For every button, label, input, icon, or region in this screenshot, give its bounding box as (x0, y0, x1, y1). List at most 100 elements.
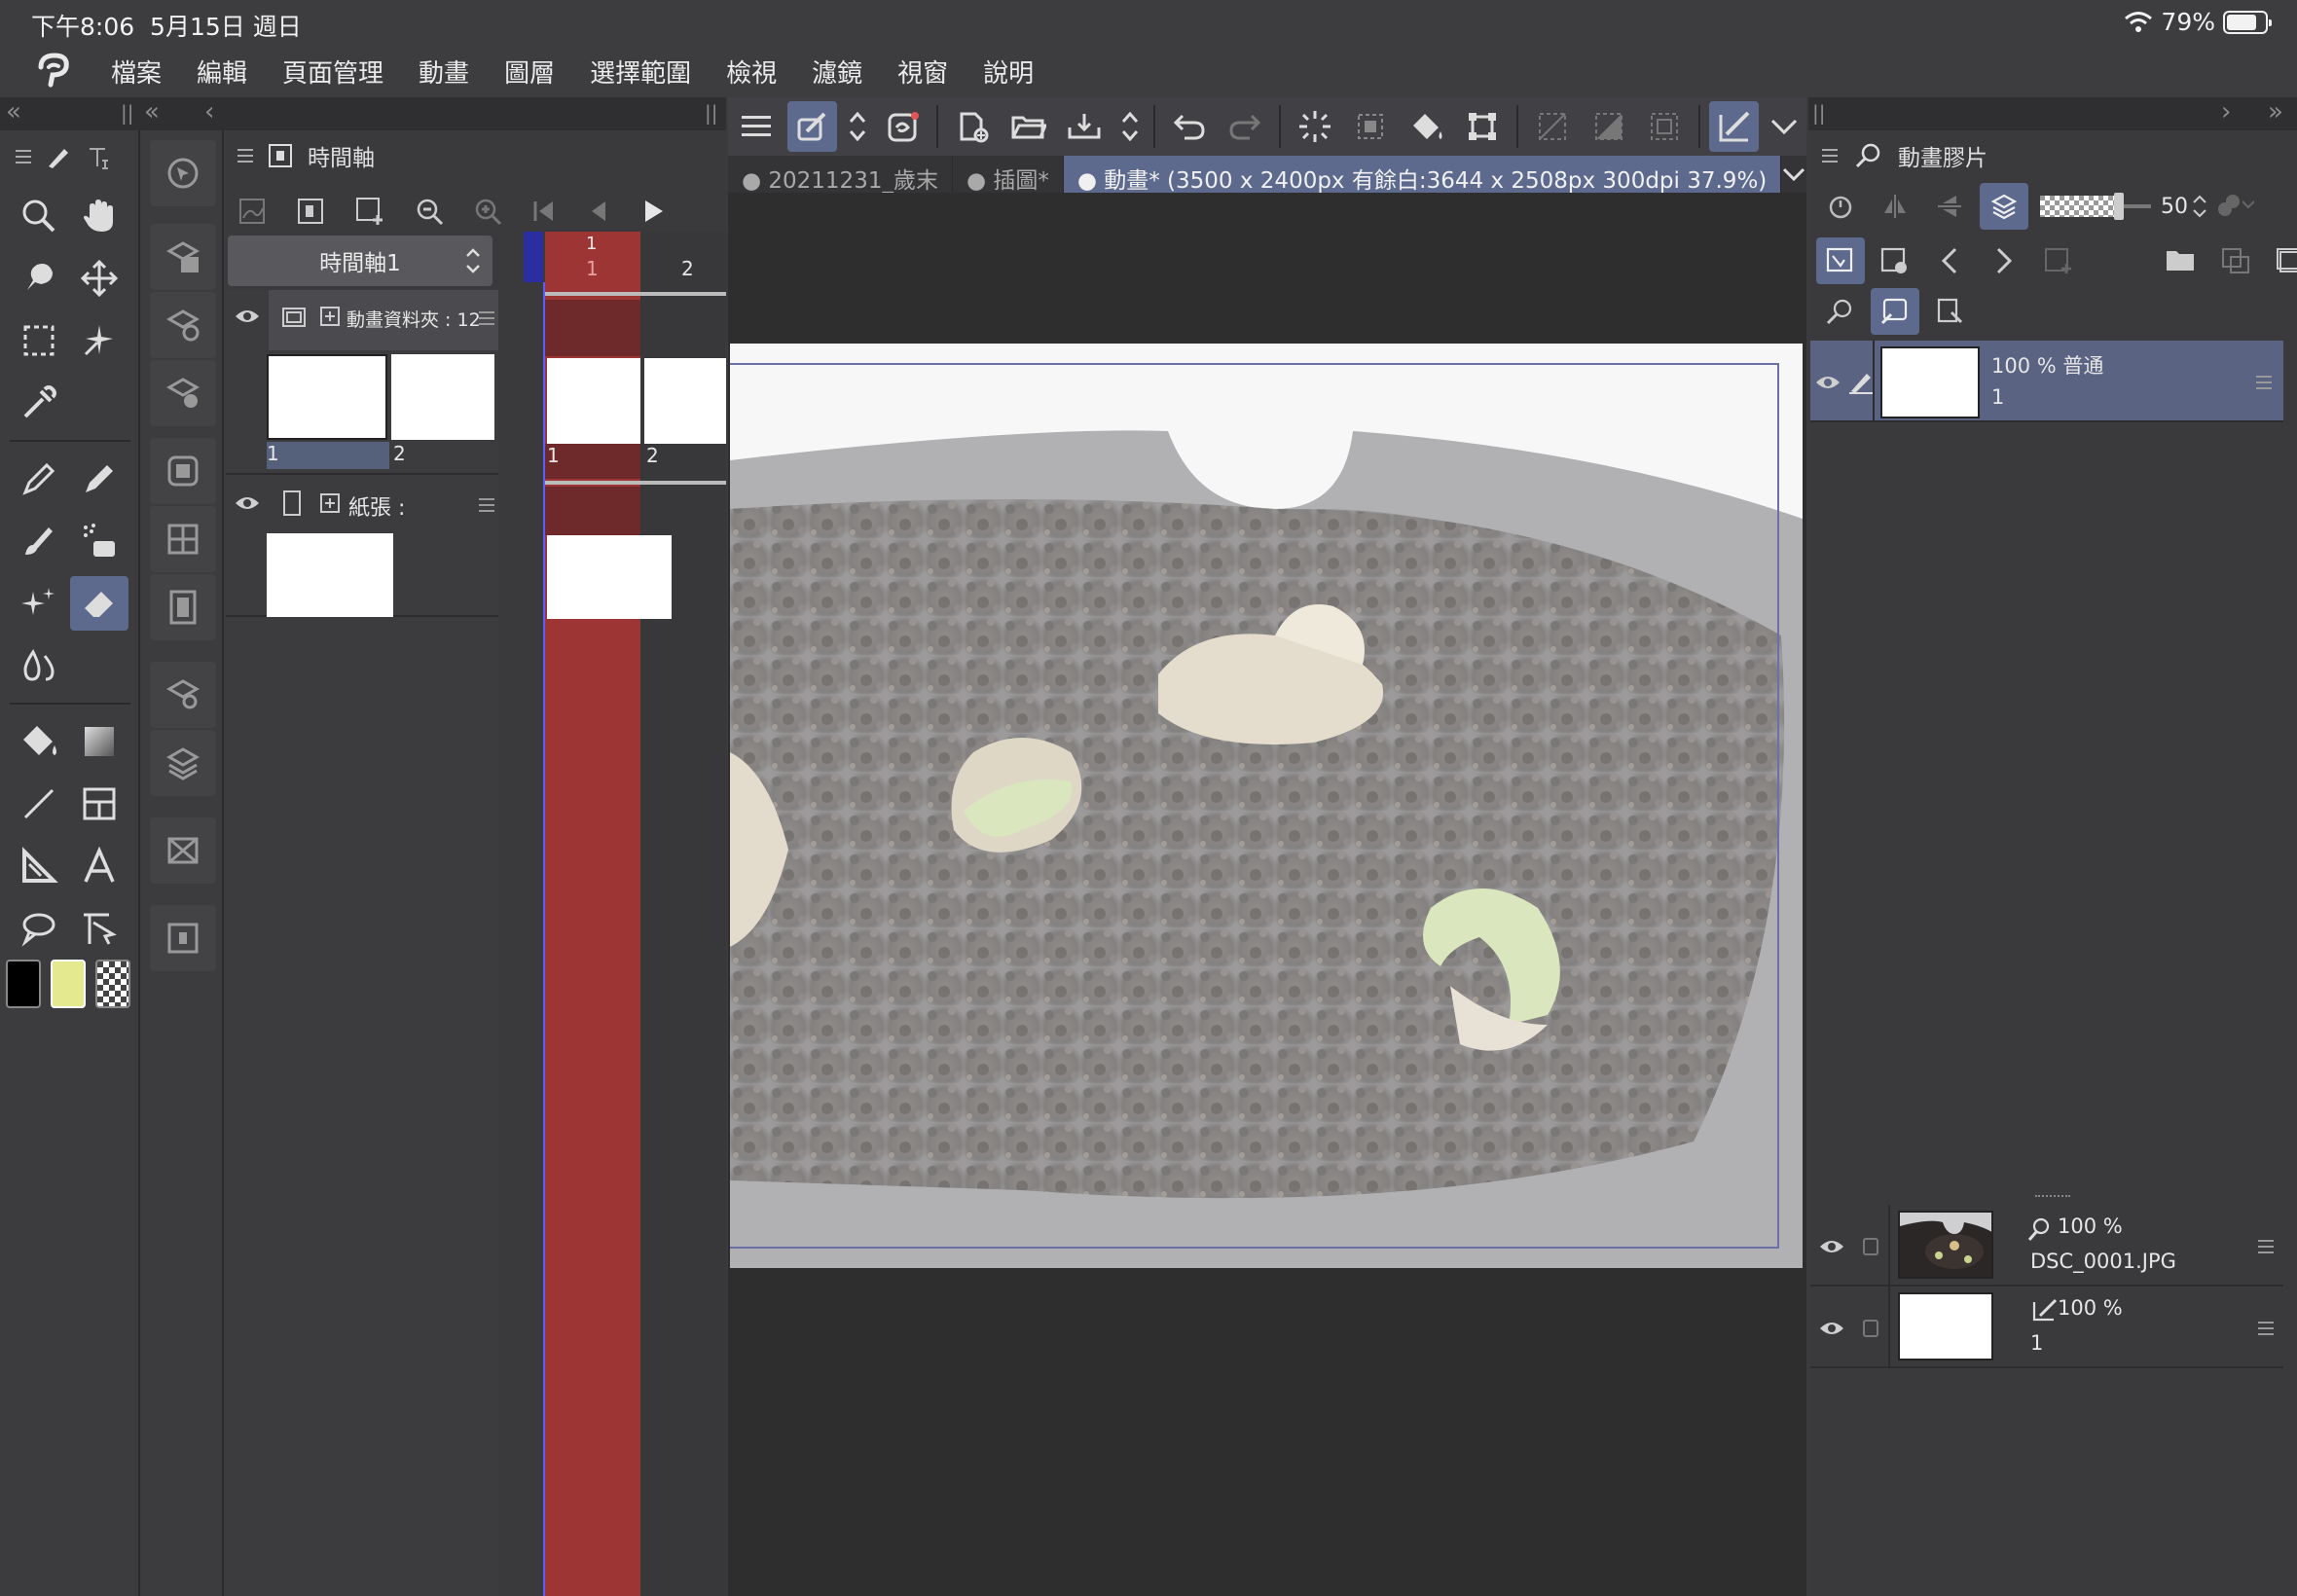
airbrush-tool-icon[interactable] (70, 514, 128, 568)
operation-tool-icon[interactable] (10, 251, 68, 306)
layer-checkbox[interactable] (1863, 1238, 1878, 1255)
rotate-icon[interactable] (1816, 183, 1865, 230)
pencil-tool-icon[interactable] (70, 452, 128, 506)
save-icon[interactable] (1060, 101, 1111, 152)
visibility-eye-icon[interactable] (1818, 1238, 1845, 1255)
fill-tool-icon[interactable] (10, 714, 68, 769)
tab-document-1[interactable]: ● 20211231_歲末 (728, 156, 953, 194)
tab-document-2[interactable]: ● 插圖* (953, 156, 1064, 194)
clear-outside-selection-icon[interactable] (1346, 101, 1397, 152)
invert-selection-icon[interactable] (1584, 101, 1634, 152)
grid-panel-icon[interactable] (150, 506, 216, 572)
layer-search-icon[interactable] (150, 662, 216, 728)
eyedropper-tool-icon[interactable] (10, 376, 68, 430)
collapse-left-icon[interactable]: « (6, 97, 21, 127)
blend-tool-icon[interactable] (10, 638, 68, 693)
gradient-tool-icon[interactable] (70, 714, 128, 769)
visibility-eye-icon[interactable] (234, 308, 261, 325)
clip-studio-logo-icon[interactable] (31, 52, 80, 91)
grip-icon[interactable]: || (121, 101, 133, 125)
layer-photo[interactable]: 100 % DSC_0001.JPG (1810, 1205, 2283, 1287)
canvas-paper[interactable] (730, 344, 1803, 1268)
opacity-slider[interactable] (2114, 187, 2151, 226)
visibility-eye-icon[interactable] (1818, 1320, 1845, 1337)
canvas-area[interactable] (728, 193, 1806, 1596)
timeline-menu-icon[interactable] (237, 148, 253, 163)
layer-stack-icon[interactable] (1980, 183, 2028, 230)
timeline-panel-icon[interactable] (150, 905, 216, 971)
auto-select-tool-icon[interactable] (70, 313, 128, 368)
sub-color-swatch[interactable] (51, 960, 86, 1008)
expand-right2-icon[interactable]: » (2268, 97, 2283, 127)
onion-skin-icon[interactable] (237, 197, 267, 226)
menu-view[interactable]: 檢視 (726, 54, 777, 90)
collapse-left2-icon[interactable]: « (144, 97, 160, 127)
next-cel-icon[interactable] (1980, 237, 2028, 284)
material-3d-icon[interactable] (150, 360, 216, 426)
snap-ruler-icon[interactable] (1708, 101, 1760, 152)
material-icon[interactable] (150, 224, 216, 290)
pen-tab-icon[interactable] (45, 143, 72, 170)
layer-menu-icon[interactable] (2258, 1322, 2274, 1335)
menu-page[interactable]: 頁面管理 (282, 54, 383, 90)
track-animation-folder[interactable]: 動畫資料夾 : 12 1 2 (226, 290, 498, 475)
delete-cel-icon[interactable] (2266, 237, 2297, 284)
figure-tool-icon[interactable] (10, 777, 68, 831)
menu-filter[interactable]: 濾鏡 (812, 54, 862, 90)
timeline-selector[interactable]: 時間軸1 (228, 236, 492, 286)
layer-checkbox[interactable] (1863, 1320, 1878, 1337)
panel-splitter[interactable] (1808, 1195, 2297, 1205)
paper-thumbnail[interactable] (267, 533, 393, 617)
redo-icon[interactable] (1220, 101, 1270, 152)
panel-menu-icon[interactable] (1822, 148, 1838, 163)
flip-vertical-icon[interactable] (1925, 183, 1974, 230)
cel-thumbnail-1[interactable] (267, 354, 387, 440)
new-animation-folder-icon[interactable] (296, 197, 325, 226)
menu-selection[interactable]: 選擇範圍 (590, 54, 691, 90)
first-frame-icon[interactable] (531, 199, 557, 224)
previous-cel-icon[interactable] (1925, 237, 1974, 284)
menu-hamburger-icon[interactable] (731, 101, 782, 152)
modifier-arrows-icon[interactable] (843, 101, 872, 152)
tab-document-3[interactable]: ● 動畫* (3500 x 2400px 有餘白:3644 x 2508px 3… (1063, 156, 1782, 194)
duplicate-cel-icon[interactable] (2211, 237, 2260, 284)
expand-right-icon[interactable]: › (2221, 97, 2231, 127)
flip-horizontal-icon[interactable] (1871, 183, 1919, 230)
layer-property-icon[interactable] (150, 438, 216, 504)
brush-tool-icon[interactable] (10, 514, 68, 568)
deselect-icon[interactable] (1527, 101, 1578, 152)
paper-frame-thumb[interactable] (547, 535, 672, 619)
track-menu-icon[interactable] (479, 311, 494, 325)
film-panel-icon[interactable] (150, 574, 216, 640)
track-paper[interactable]: 紙張 : (226, 477, 498, 617)
cel-layer-menu-icon[interactable] (2256, 376, 2272, 389)
expand-paper-icon[interactable] (319, 492, 341, 514)
balloon-tool-icon[interactable] (10, 901, 68, 956)
clear-icon[interactable] (1290, 101, 1340, 152)
fill-icon[interactable] (1402, 101, 1452, 152)
hand-tool-icon[interactable] (70, 189, 128, 243)
opacity-slider-thumb[interactable] (2114, 193, 2124, 220)
menu-window[interactable]: 視窗 (897, 54, 948, 90)
zoom-tool-icon[interactable] (10, 189, 68, 243)
decoration-tool-icon[interactable] (10, 576, 68, 631)
menu-layer[interactable]: 圖層 (504, 54, 555, 90)
frame-thumb-1[interactable] (547, 358, 640, 444)
transform-icon[interactable] (1458, 101, 1509, 152)
undo-icon[interactable] (1164, 101, 1215, 152)
animation-cel-layer[interactable]: 100 % 普通 1 (1810, 341, 2283, 422)
text-tool-icon[interactable] (70, 839, 128, 893)
light-table-settings-icon[interactable] (1925, 288, 1974, 335)
show-cel-icon[interactable] (1816, 237, 1865, 284)
pen-tool-icon[interactable] (10, 452, 68, 506)
menu-animation[interactable]: 動畫 (419, 54, 469, 90)
zoom-in-icon[interactable] (473, 197, 502, 226)
palette-menu-icon[interactable] (16, 149, 31, 164)
open-folder-icon[interactable] (1003, 101, 1054, 152)
eraser-tool-icon[interactable] (70, 576, 128, 631)
specify-cel-icon[interactable] (1871, 237, 1919, 284)
timeline-frame-grid[interactable]: 1 1 2 1 2 (500, 232, 726, 1596)
layers-panel-icon[interactable] (150, 730, 216, 796)
frame-thumb-2[interactable] (644, 358, 726, 444)
menu-file[interactable]: 檔案 (111, 54, 162, 90)
